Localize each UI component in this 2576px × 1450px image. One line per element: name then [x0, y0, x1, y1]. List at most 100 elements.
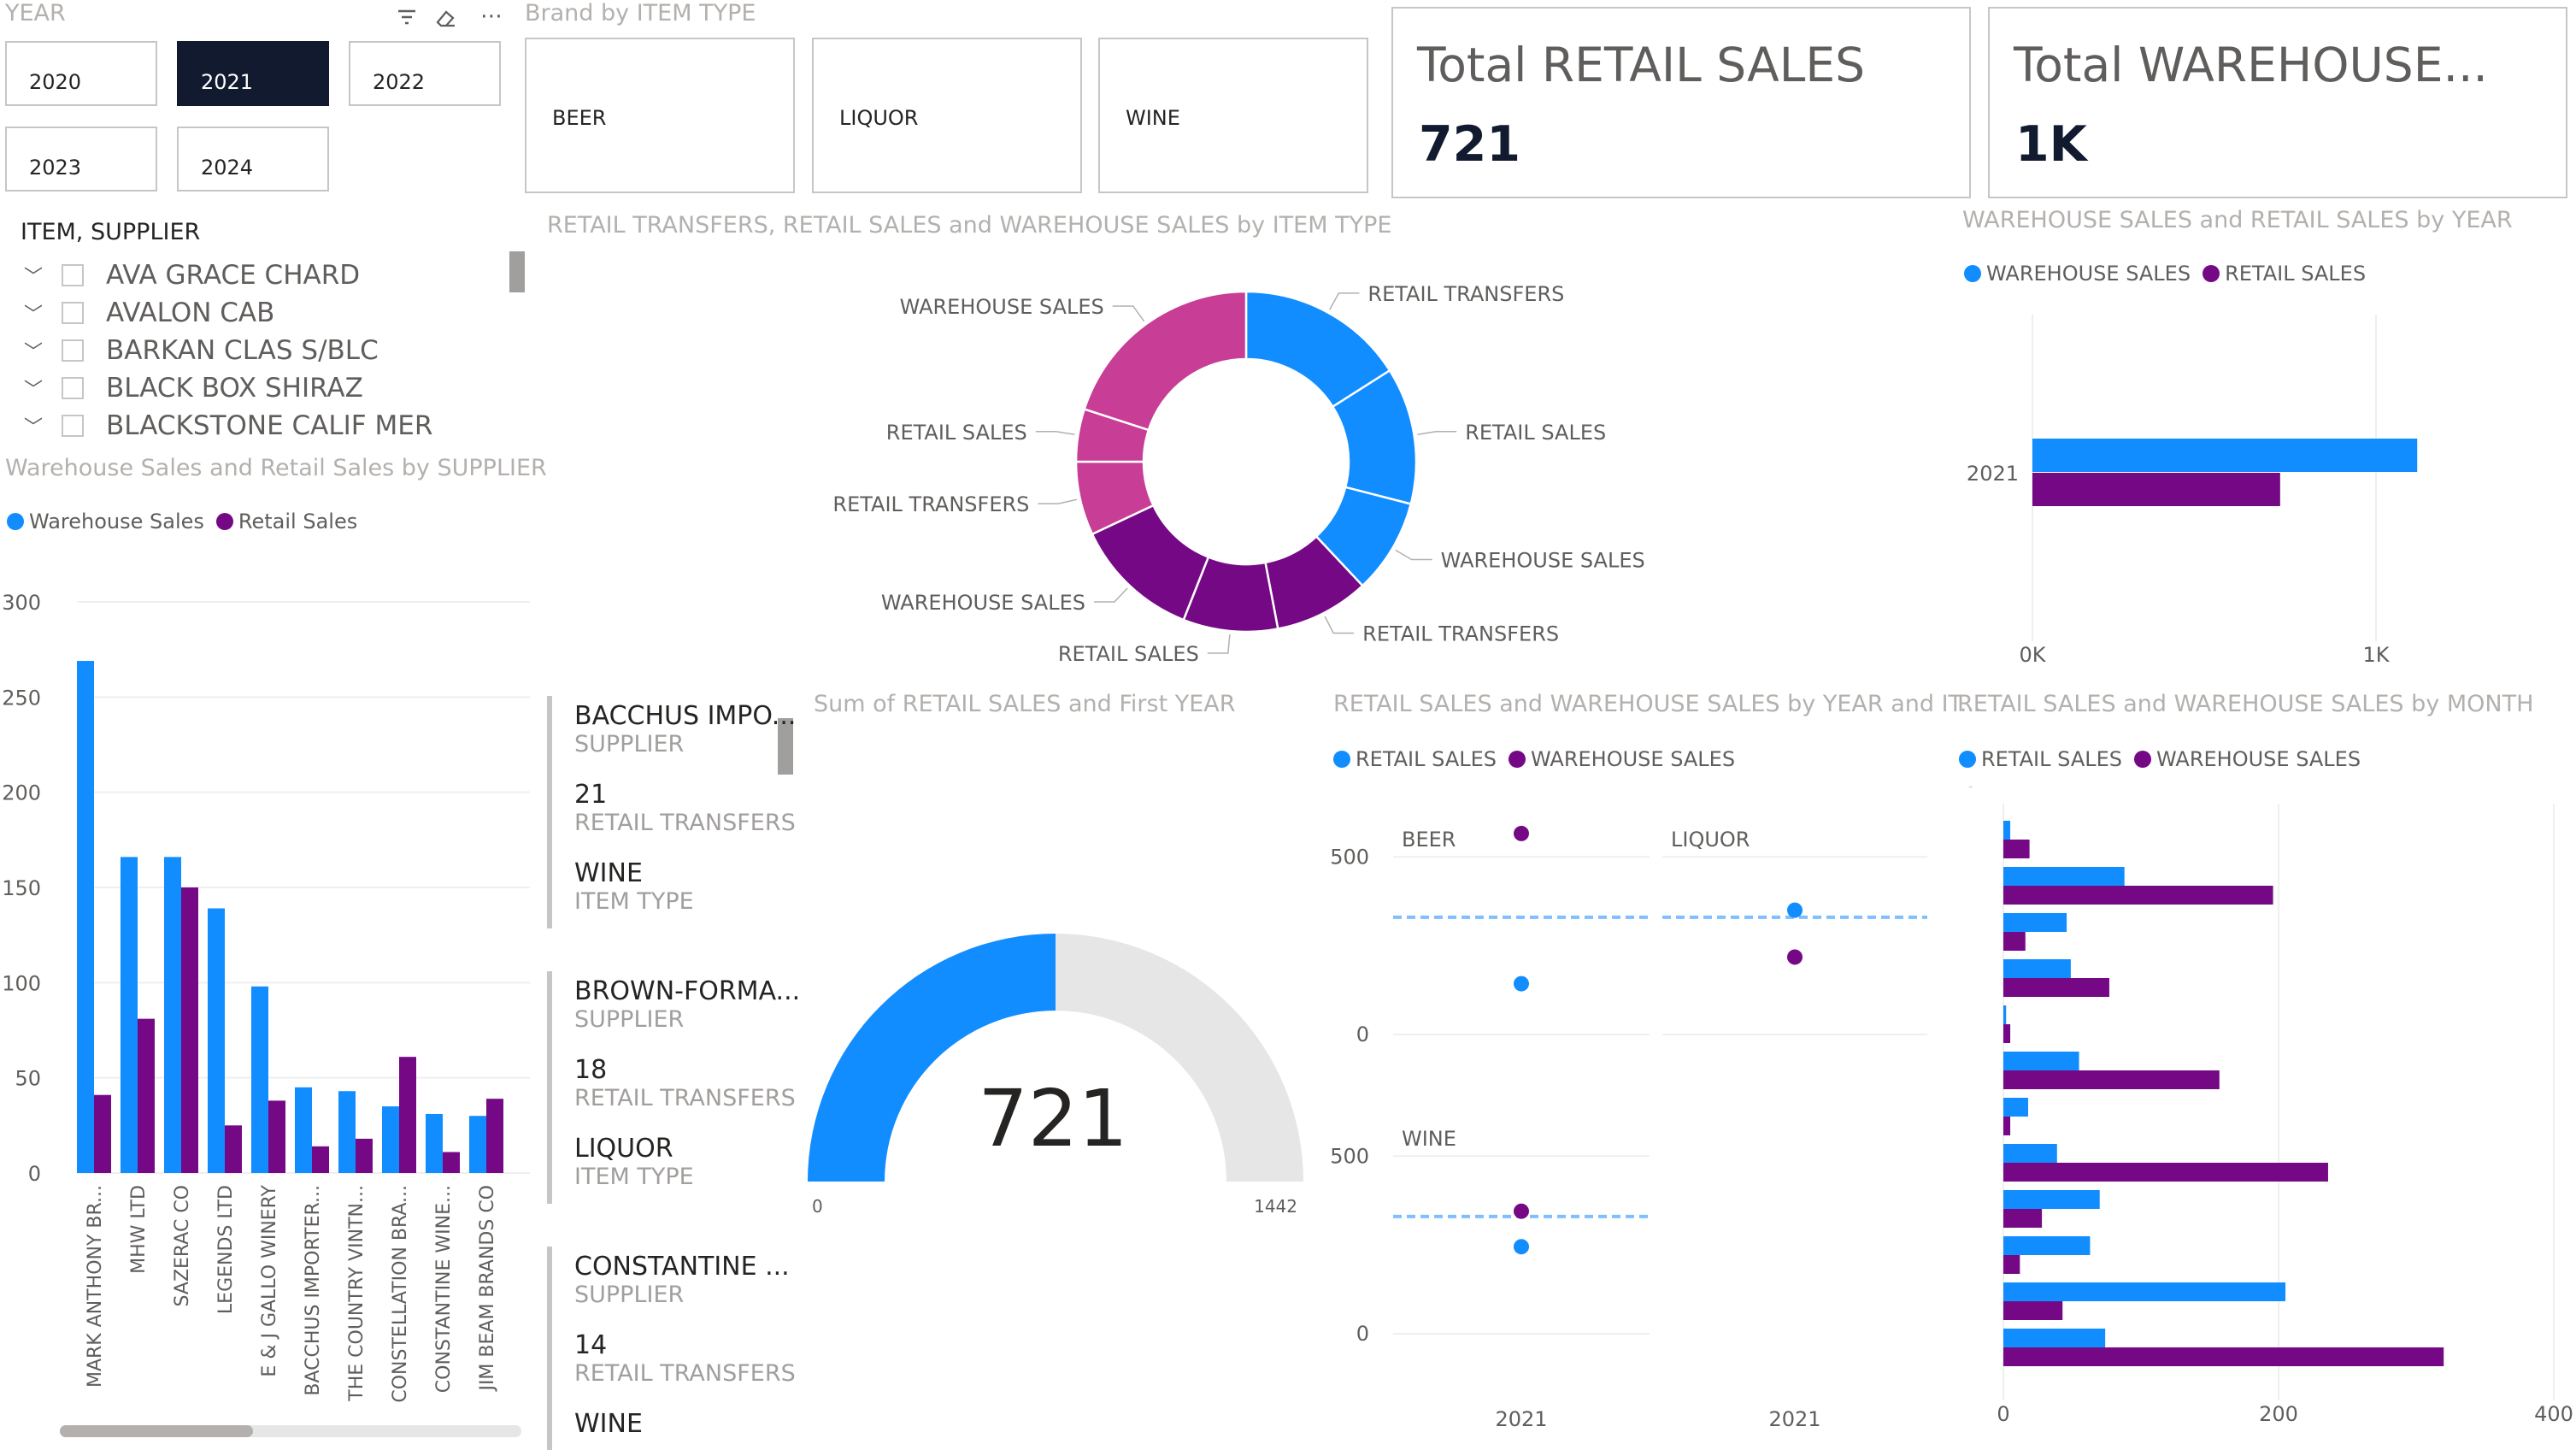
year-bar-chart: 0K 1K 2021	[1967, 315, 2418, 667]
year-option-2022[interactable]: 2022	[349, 41, 501, 106]
item-type-value: LIQUOR	[574, 1134, 673, 1164]
slice-label: RETAIL SALES	[1465, 421, 1606, 445]
retail-point	[1787, 902, 1803, 918]
item-type-label: ITEM TYPE	[574, 1164, 694, 1190]
year-option-2023[interactable]: 2023	[5, 127, 157, 192]
y-tick-label: 0	[1356, 1322, 1369, 1346]
transfers-label: RETAIL TRANSFERS	[574, 1085, 796, 1111]
bar	[443, 1152, 460, 1173]
y-tick-label: 300	[2, 591, 41, 615]
legend-marker	[7, 513, 24, 530]
supplier-label: SUPPLIER	[574, 1282, 685, 1308]
total-retail-sales-card: Total RETAIL SALES 721	[1391, 7, 1971, 198]
bar	[2003, 1255, 2020, 1274]
month-bar-chart: 02004000510	[1951, 787, 2573, 1426]
y-tick-label: 150	[2, 876, 41, 900]
bar	[2003, 1117, 2011, 1135]
eraser-icon[interactable]	[432, 5, 458, 34]
chevron-down-icon[interactable]: ﹀	[24, 337, 46, 364]
more-options-icon[interactable]: ⋯	[480, 3, 503, 29]
leader-line	[1093, 587, 1128, 603]
retail-point	[1514, 1239, 1529, 1255]
panel-title: LIQUOR	[1671, 828, 1750, 852]
bar	[469, 1116, 486, 1173]
year-option-2021[interactable]: 2021	[177, 41, 329, 106]
brand-option-beer[interactable]: BEER	[525, 38, 795, 193]
x-tick-label: 1K	[2362, 643, 2390, 667]
checkbox[interactable]	[62, 264, 84, 286]
leader-line	[1207, 634, 1231, 654]
x-tick-label: 200	[2259, 1402, 2298, 1426]
supplier-label: SUPPLIER	[574, 731, 685, 757]
year-chart-legend: WAREHOUSE SALES RETAIL SALES	[1964, 262, 2366, 286]
small-multiples-chart: 0 500 0 500 BEER LIQUOR WINE 2021 2021	[1330, 825, 1927, 1431]
retail-point	[1514, 976, 1529, 992]
supplier-value: CONSTANTINE ...	[574, 1252, 790, 1282]
bar	[2003, 1347, 2444, 1366]
gauge-max-label: 1442	[1254, 1196, 1297, 1217]
supplier-value: BROWN-FORMA...	[574, 976, 801, 1006]
checkbox[interactable]	[62, 302, 84, 324]
bar	[295, 1087, 312, 1173]
x-tick-label: BACCHUS IMPORTER...	[303, 1185, 324, 1396]
donut-title: RETAIL TRANSFERS, RETAIL SALES and WAREH…	[547, 212, 1392, 239]
checkbox[interactable]	[62, 377, 84, 399]
bar	[2003, 1098, 2028, 1117]
scrollbar-thumb	[60, 1425, 253, 1437]
bar	[356, 1138, 373, 1173]
supplier-chart-title: Warehouse Sales and Retail Sales by SUPP…	[5, 455, 547, 481]
supplier-legend: Warehouse Sales Retail Sales	[7, 510, 357, 533]
bar	[2003, 1301, 2063, 1320]
year-option-2024[interactable]: 2024	[177, 127, 329, 192]
bar	[2003, 1144, 2057, 1163]
tree-item[interactable]: ﹀ BLACKSTONE CALIF MER	[24, 409, 432, 443]
y-tick-label: 2021	[1967, 462, 2019, 486]
x-tick-label: SAZERAC CO	[172, 1185, 193, 1306]
brand-option-liquor[interactable]: LIQUOR	[812, 38, 1082, 193]
slice-label: RETAIL TRANSFERS	[1362, 622, 1559, 645]
y-tick-label: 200	[2, 781, 41, 805]
x-tick-label: MHW LTD	[128, 1185, 150, 1274]
y-tick-label: 100	[2, 971, 41, 995]
chevron-down-icon[interactable]: ﹀	[24, 374, 46, 402]
tree-item[interactable]: ﹀ BARKAN CLAS S/BLC	[24, 333, 379, 368]
tree-scrollbar[interactable]	[509, 251, 525, 292]
filter-icon[interactable]	[395, 5, 419, 35]
bar	[382, 1106, 399, 1173]
panel-title: WINE	[1402, 1127, 1456, 1151]
item-type-value: WINE	[574, 858, 643, 888]
bar	[2003, 1236, 2091, 1255]
x-tick-label: CONSTELLATION BRA...	[390, 1185, 411, 1403]
checkbox[interactable]	[62, 339, 84, 362]
tree-item[interactable]: ﹀ AVALON CAB	[24, 296, 274, 330]
transfers-label: RETAIL TRANSFERS	[574, 1360, 796, 1387]
chevron-down-icon[interactable]: ﹀	[24, 299, 46, 327]
small-multiples-title: RETAIL SALES and WAREHOUSE SALES by YEAR…	[1333, 691, 1982, 717]
x-tick-label: 2021	[1768, 1407, 1820, 1431]
bar	[2003, 1282, 2286, 1301]
legend-marker	[2134, 751, 2151, 768]
legend-marker	[2203, 265, 2220, 282]
gauge-value: 721	[978, 1073, 1128, 1164]
bar	[426, 1113, 443, 1173]
tree-item[interactable]: ﹀ BLACK BOX SHIRAZ	[24, 371, 363, 405]
leader-line	[1329, 292, 1360, 310]
month-chart-title: RETAIL SALES and WAREHOUSE SALES by MONT…	[1957, 691, 2534, 717]
chevron-down-icon[interactable]: ﹀	[24, 412, 46, 439]
brand-slicer-title: Brand by ITEM TYPE	[525, 0, 756, 27]
brand-option-wine[interactable]: WINE	[1098, 38, 1368, 193]
item-type-value: WINE	[574, 1409, 643, 1439]
bar	[2003, 1329, 2106, 1347]
x-tick-label: 400	[2534, 1402, 2573, 1426]
bar	[164, 857, 181, 1173]
year-slicer-title: YEAR	[5, 0, 66, 27]
year-option-2020[interactable]: 2020	[5, 41, 157, 106]
legend-marker	[1509, 751, 1526, 768]
gauge-min-label: 0	[812, 1196, 823, 1217]
card-value: 1K	[2015, 116, 2087, 173]
x-tick-label: CONSTANTINE WINE...	[433, 1185, 455, 1393]
checkbox[interactable]	[62, 415, 84, 437]
chevron-down-icon[interactable]: ﹀	[24, 262, 46, 289]
tree-item[interactable]: ﹀ AVA GRACE CHARD	[24, 258, 360, 292]
bar	[2003, 867, 2125, 886]
